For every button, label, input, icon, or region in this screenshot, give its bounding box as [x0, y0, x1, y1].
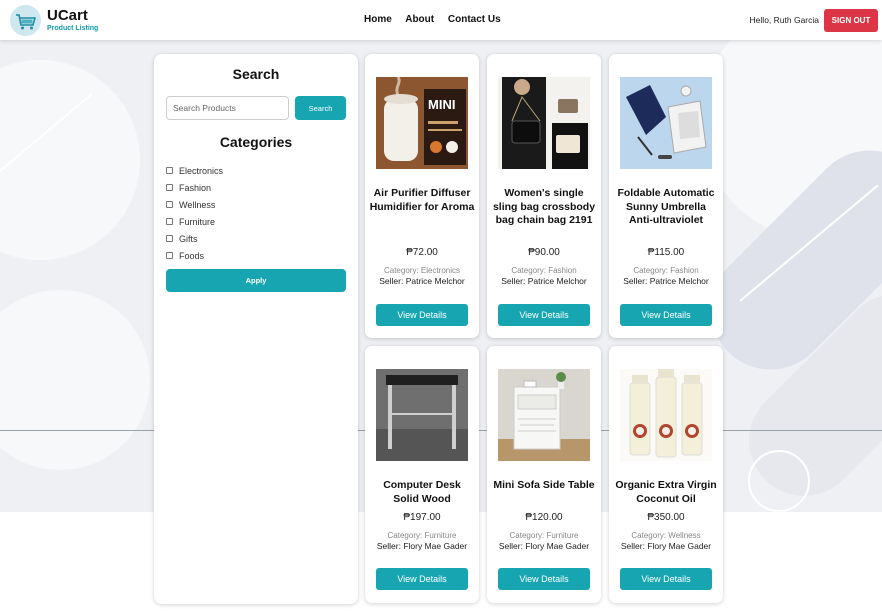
- category-foods[interactable]: Foods: [166, 247, 223, 264]
- product-price: ₱90.00: [528, 247, 560, 258]
- product-card[interactable]: Foldable Automatic Sunny Umbrella Anti-u…: [609, 54, 723, 338]
- apply-filter-button[interactable]: Apply: [166, 269, 346, 292]
- search-input[interactable]: [166, 96, 289, 120]
- category-electronics[interactable]: Electronics: [166, 162, 223, 179]
- svg-text:MINI: MINI: [428, 97, 455, 112]
- category-label: Furniture: [179, 216, 216, 227]
- cart-logo-icon[interactable]: [10, 5, 41, 36]
- product-name: Mini Sofa Side Table: [493, 479, 595, 491]
- product-card[interactable]: Organic Extra Virgin Coconut Oil ₱350.00…: [609, 346, 723, 603]
- product-card[interactable]: Computer Desk Solid Wood ₱197.00 Categor…: [365, 346, 479, 603]
- product-name: Organic Extra Virgin Coconut Oil: [615, 479, 717, 505]
- user-greeting: Hello, Ruth Garcia: [749, 15, 819, 25]
- view-details-button[interactable]: View Details: [376, 568, 468, 590]
- product-seller: Seller: Patrice Melchor: [379, 276, 465, 286]
- category-label: Wellness: [179, 199, 216, 210]
- coconut-oil-image[interactable]: [620, 369, 712, 461]
- product-price: ₱350.00: [647, 512, 685, 523]
- category-gifts[interactable]: Gifts: [166, 230, 223, 247]
- category-label: Fashion: [179, 182, 212, 193]
- view-details-button[interactable]: View Details: [620, 568, 712, 590]
- nav-about[interactable]: About: [405, 14, 434, 25]
- product-seller: Seller: Flory Mae Gader: [376, 541, 468, 551]
- top-header: UCart Product Listing Home About Contact…: [0, 0, 882, 40]
- product-category: Category: Furniture: [387, 531, 457, 540]
- view-details-button[interactable]: View Details: [498, 304, 590, 326]
- view-details-button[interactable]: View Details: [376, 304, 468, 326]
- checkbox[interactable]: [166, 218, 173, 225]
- product-card[interactable]: Mini Sofa Side Table ₱120.00 Category: F…: [487, 346, 601, 603]
- humidifier-image[interactable]: MINI: [376, 77, 468, 169]
- brand-subtitle: Product Listing: [47, 25, 99, 32]
- product-price: ₱120.00: [525, 512, 563, 523]
- side-table-image[interactable]: [498, 369, 590, 461]
- category-furniture[interactable]: Furniture: [166, 213, 223, 230]
- category-label: Electronics: [179, 165, 224, 176]
- product-name: Foldable Automatic Sunny Umbrella Anti-u…: [617, 187, 715, 226]
- product-category: Category: Wellness: [631, 531, 701, 540]
- product-card[interactable]: MINI Air Purifier Diffuser Humidifier fo…: [365, 54, 479, 338]
- checkbox[interactable]: [166, 201, 173, 208]
- nav-home[interactable]: Home: [364, 14, 392, 25]
- product-name: Women's single sling bag crossbody bag c…: [492, 187, 596, 226]
- umbrella-image[interactable]: [620, 77, 712, 169]
- checkbox[interactable]: [166, 235, 173, 242]
- product-category: Category: Fashion: [633, 266, 699, 275]
- product-seller: Seller: Patrice Melchor: [623, 276, 709, 286]
- brand-name[interactable]: UCart: [47, 7, 88, 24]
- main-nav: Home About Contact Us: [364, 14, 512, 25]
- filter-sidebar: Search Search Categories Electronics Fas…: [154, 54, 358, 604]
- product-seller: Seller: Flory Mae Gader: [620, 541, 712, 551]
- category-label: Foods: [179, 250, 205, 261]
- product-price: ₱115.00: [647, 247, 685, 258]
- product-price: ₱197.00: [403, 512, 441, 523]
- product-seller: Seller: Patrice Melchor: [501, 276, 587, 286]
- product-name: Computer Desk Solid Wood: [383, 479, 461, 505]
- checkbox[interactable]: [166, 184, 173, 191]
- categories-heading: Categories: [219, 134, 293, 150]
- view-details-button[interactable]: View Details: [620, 304, 712, 326]
- category-label: Gifts: [179, 233, 198, 244]
- nav-contact-us[interactable]: Contact Us: [448, 14, 501, 25]
- product-category: Category: Electronics: [383, 266, 461, 275]
- desk-image[interactable]: [376, 369, 468, 461]
- checkbox[interactable]: [166, 167, 173, 174]
- search-heading: Search: [232, 66, 280, 82]
- product-name: Air Purifier Diffuser Humidifier for Aro…: [369, 187, 475, 213]
- search-button[interactable]: Search: [295, 96, 346, 120]
- view-details-button[interactable]: View Details: [498, 568, 590, 590]
- sign-out-button[interactable]: SIGN OUT: [824, 9, 878, 32]
- handbag-image[interactable]: [498, 77, 590, 169]
- category-wellness[interactable]: Wellness: [166, 196, 223, 213]
- product-category: Category: Fashion: [511, 266, 577, 275]
- checkbox[interactable]: [166, 252, 173, 259]
- category-list: Electronics Fashion Wellness Furniture G…: [166, 162, 223, 264]
- category-fashion[interactable]: Fashion: [166, 179, 223, 196]
- product-category: Category: Furniture: [509, 531, 579, 540]
- product-card[interactable]: Women's single sling bag crossbody bag c…: [487, 54, 601, 338]
- product-price: ₱72.00: [406, 247, 438, 258]
- product-seller: Seller: Flory Mae Gader: [498, 541, 590, 551]
